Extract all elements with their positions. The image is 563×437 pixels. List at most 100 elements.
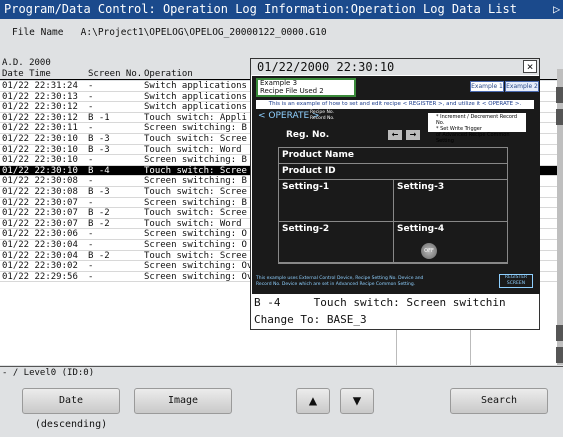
knob-icon: OFF — [421, 243, 437, 259]
row-operation: Touch switch: Scree — [144, 250, 247, 261]
file-name-row: File Name A:\Project1\OPELOG\OPELOG_2000… — [12, 27, 327, 38]
scroll-marker[interactable] — [556, 109, 563, 125]
setting-4-cell: Setting-4 — [393, 221, 508, 264]
row-screen-no: B -3 — [88, 133, 110, 144]
row-date: 01/22 22:30:06 — [2, 229, 78, 240]
row-date: 01/22 22:30:08 — [2, 176, 78, 187]
file-name-label: File Name — [12, 27, 64, 38]
era-label: A.D. 2000 — [2, 58, 51, 68]
recipe-grid: Product Name Product ID Setting-1 Settin… — [278, 147, 508, 264]
down-arrow-button[interactable]: ▼ — [340, 388, 374, 414]
popup-operation-text: Touch switch: Screen switchin — [313, 296, 506, 309]
row-date: 01/22 22:30:10 — [2, 144, 78, 155]
popup-title-bar: 01/22/2000 22:30:10 × — [251, 59, 539, 75]
example-note: This is an example of how to set and edi… — [256, 100, 534, 109]
row-screen-no: B -2 — [88, 250, 110, 261]
row-screen-no: B -4 — [88, 165, 110, 176]
row-date: 01/22 22:30:11 — [2, 123, 78, 134]
recipe-no-labels: Recipe No. Record No. — [310, 110, 334, 121]
register-screen-line: SCREEN — [506, 281, 526, 286]
record-no-label: Record No. — [310, 115, 335, 121]
row-screen-no: - — [88, 81, 94, 91]
row-date: 01/22 22:30:10 — [2, 165, 78, 176]
row-operation: Screen switching: O — [144, 239, 247, 250]
row-operation: Touch switch: Scree — [144, 133, 247, 144]
row-date: 01/22 22:30:12 — [2, 112, 78, 123]
row-operation: Touch switch: Scree — [144, 208, 247, 219]
row-operation: Screen switching: B — [144, 155, 247, 166]
popup-close-icon[interactable]: × — [523, 60, 537, 73]
row-date: 01/22 22:31:24 — [2, 81, 78, 91]
popup-operation-info: B -4 Touch switch: Screen switchin — [254, 296, 506, 309]
product-name-cell: Product Name — [278, 147, 508, 164]
recipe-no-label: Recipe No. — [310, 110, 334, 115]
scroll-up-marker[interactable] — [556, 87, 563, 103]
row-operation: Screen switching: B — [144, 176, 247, 187]
row-screen-no: - — [88, 176, 94, 187]
row-operation: Switch applications — [144, 91, 247, 102]
example-1-button: Example 1 — [470, 81, 504, 92]
row-screen-no: - — [88, 123, 94, 134]
scroll-down-marker[interactable] — [556, 325, 563, 341]
increment-note-line: * Increment / Decrement Record No. — [436, 114, 518, 126]
row-operation: Touch switch: Appli — [144, 112, 247, 123]
row-date: 01/22 22:30:10 — [2, 133, 78, 144]
file-name-path: A:\Project1\OPELOG\OPELOG_20000122_0000.… — [80, 27, 327, 38]
row-screen-no: B -3 — [88, 186, 110, 197]
row-date: 01/22 22:30:04 — [2, 250, 78, 261]
row-date: 01/22 22:30:10 — [2, 155, 78, 166]
row-operation: Screen switching: O — [144, 229, 247, 240]
footnote: This example uses External Control Devic… — [256, 276, 496, 288]
window-close-icon[interactable]: ▷ — [553, 0, 563, 19]
row-date: 01/22 22:30:02 — [2, 261, 78, 272]
row-date: 01/22 22:30:07 — [2, 208, 78, 219]
example-label-line: Recipe File Used 2 — [260, 86, 324, 95]
scroll-marker[interactable] — [556, 347, 563, 363]
row-date: 01/22 22:30:13 — [2, 91, 78, 102]
setting-3-cell: Setting-3 — [393, 179, 508, 222]
example-2-button: Example 2 — [505, 81, 539, 92]
row-screen-no: - — [88, 229, 94, 240]
column-screen-no[interactable]: Screen No. — [88, 69, 142, 79]
reg-no-label: Reg. No. — [286, 130, 330, 140]
row-screen-no: - — [88, 261, 94, 272]
column-operation[interactable]: Operation — [144, 69, 193, 79]
product-id-cell: Product ID — [278, 163, 508, 180]
search-button[interactable]: Search — [450, 388, 548, 414]
row-screen-no: B -2 — [88, 218, 110, 229]
example-label: Example 3 Recipe File Used 2 — [256, 78, 356, 97]
row-screen-no: - — [88, 91, 94, 102]
row-date: 01/22 22:30:04 — [2, 239, 78, 250]
row-date: 01/22 22:29:56 — [2, 271, 78, 282]
row-operation: Switch applications — [144, 81, 247, 91]
screen-image-preview: Example 3 Recipe File Used 2 Example 1 E… — [252, 76, 540, 294]
level-status-bar: - / Level0 (ID:0) — [0, 366, 563, 379]
row-screen-no: B -2 — [88, 208, 110, 219]
image-button[interactable]: Image — [134, 388, 232, 414]
footnote-line: Record No. Device which are set in Advan… — [256, 282, 416, 287]
row-operation: Screen switching: B — [144, 123, 247, 134]
row-screen-no: B -3 — [88, 144, 110, 155]
setting-1-cell: Setting-1 — [278, 179, 394, 222]
arrow-right-icon: → — [406, 130, 420, 140]
log-scrollbar[interactable] — [556, 69, 563, 365]
arrow-left-icon: ← — [388, 130, 402, 140]
row-operation: Touch switch: Scree — [144, 186, 247, 197]
reg-no-row: Reg. No. ← → — [278, 127, 508, 143]
register-screen-button: REGISTER SCREEN — [499, 274, 533, 288]
row-screen-no: B -1 — [88, 112, 110, 123]
column-date-time[interactable]: Date Time — [2, 69, 51, 79]
row-date: 01/22 22:30:07 — [2, 218, 78, 229]
row-date: 01/22 22:30:12 — [2, 102, 78, 113]
row-screen-no: - — [88, 155, 94, 166]
row-operation: Touch switch: Scree — [144, 165, 247, 176]
up-arrow-button[interactable]: ▲ — [296, 388, 330, 414]
sort-date-button[interactable]: Date (descending) — [22, 388, 120, 430]
row-date: 01/22 22:30:08 — [2, 186, 78, 197]
row-screen-no: - — [88, 102, 94, 113]
popup-change-to: Change To: BASE_3 — [254, 313, 367, 326]
popup-screen-no: B -4 — [254, 296, 281, 309]
row-operation: Touch switch: Word — [144, 218, 242, 229]
row-screen-no: - — [88, 271, 94, 282]
button-bar: Date (descending) Image ▲ ▼ Search — [0, 380, 563, 430]
